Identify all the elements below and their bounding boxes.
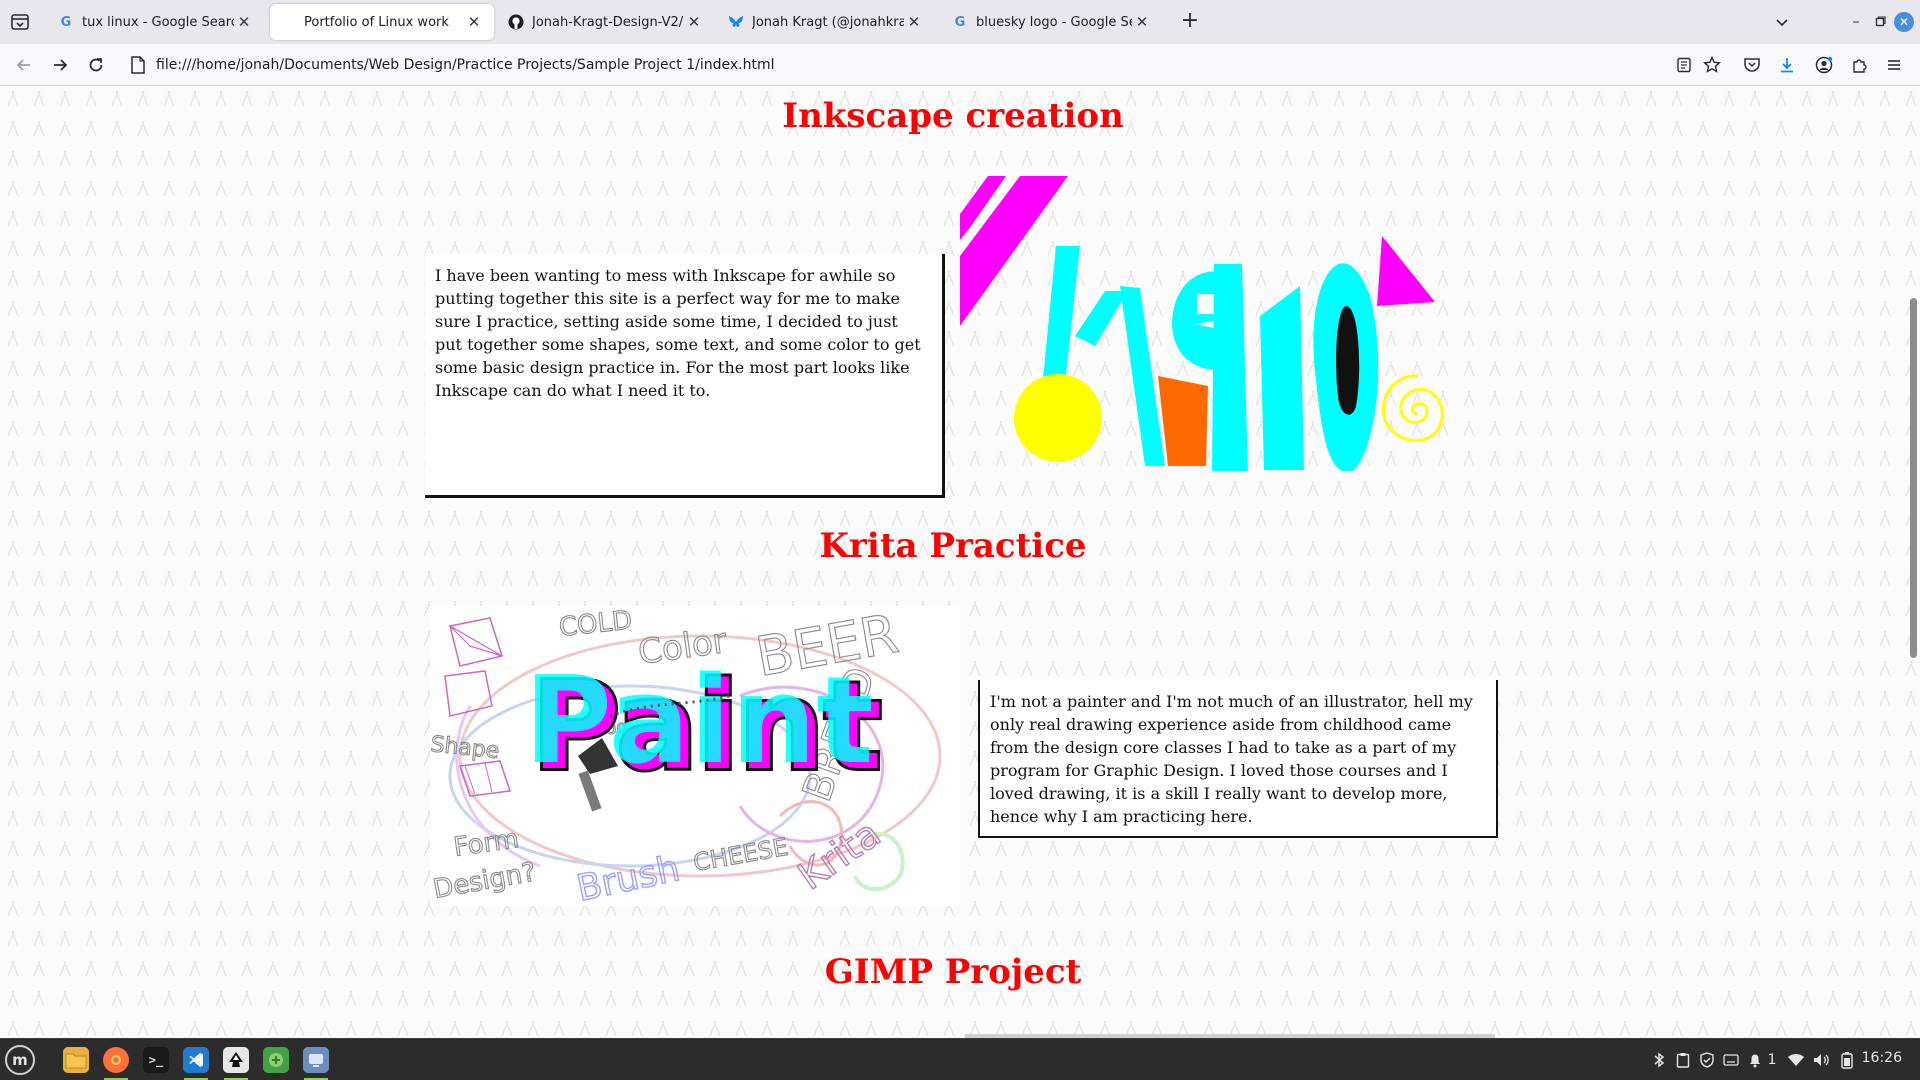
tab-google-search-bluesky[interactable]: G bluesky logo - Google Search ✕ xyxy=(942,4,1162,40)
mint-menu-icon[interactable]: m xyxy=(5,1045,35,1075)
krita-description: I'm not a painter and I'm not much of an… xyxy=(990,692,1473,826)
close-window-button[interactable]: ✕ xyxy=(1894,12,1914,32)
vscode-icon[interactable] xyxy=(180,1044,212,1080)
system-taskbar: m >_ 1 16:26 xyxy=(0,1038,1920,1080)
downloads-icon[interactable] xyxy=(1775,53,1799,77)
inkscape-icon[interactable] xyxy=(220,1044,252,1080)
keyboard-icon[interactable] xyxy=(1722,1047,1740,1073)
tab-github[interactable]: Jonah-Kragt-Design-V2/Resources ✕ xyxy=(498,4,714,40)
shield-icon[interactable] xyxy=(1698,1047,1716,1073)
pocket-icon[interactable] xyxy=(1740,53,1764,77)
page-scrollbar[interactable] xyxy=(1906,86,1920,1038)
tab-bluesky[interactable]: Jonah Kragt (@jonahkragt.bsky.social) ✕ xyxy=(718,4,934,40)
section-heading-gimp: GIMP Project xyxy=(824,952,1082,992)
tab-portfolio[interactable]: Portfolio of Linux work ✕ xyxy=(270,4,494,40)
navigation-toolbar: file:///home/jonah/Documents/Web Design/… xyxy=(0,44,1920,86)
page-icon xyxy=(131,56,145,74)
close-tab-icon[interactable]: ✕ xyxy=(1132,12,1152,32)
krita-paint-artwork: COLD Color BEER BREAD Shape Wooo Form De… xyxy=(430,606,960,906)
section-heading-inkscape: Inkscape creation xyxy=(782,96,1124,136)
krita-word: Paint xyxy=(524,652,874,791)
maximize-window-button[interactable] xyxy=(1868,10,1892,34)
bluetooth-icon[interactable] xyxy=(1650,1047,1668,1073)
workspace-number[interactable]: 1 xyxy=(1766,1047,1778,1073)
google-icon: G xyxy=(954,14,966,30)
google-icon: G xyxy=(60,14,72,30)
github-icon xyxy=(508,14,524,30)
minimize-window-button[interactable]: – xyxy=(1844,10,1868,34)
menu-hamburger-icon[interactable] xyxy=(1882,53,1906,77)
inkscape-hello-artwork xyxy=(960,176,1444,471)
extensions-icon[interactable] xyxy=(1848,53,1872,77)
inkscape-description-box: I have been wanting to mess with Inkscap… xyxy=(425,254,945,498)
clock[interactable]: 16:26 xyxy=(1862,1050,1902,1066)
close-tab-icon[interactable]: ✕ xyxy=(234,12,254,32)
section-heading-krita: Krita Practice xyxy=(819,526,1087,566)
list-all-tabs-button[interactable] xyxy=(8,10,32,34)
scrollbar-thumb[interactable] xyxy=(1910,298,1917,658)
tab-title: Jonah-Kragt-Design-V2/Resources xyxy=(532,14,684,30)
virtual-machine-icon[interactable] xyxy=(300,1044,332,1080)
volume-icon[interactable] xyxy=(1812,1047,1832,1073)
close-tab-icon[interactable]: ✕ xyxy=(684,12,704,32)
inkscape-description: I have been wanting to mess with Inkscap… xyxy=(435,266,921,400)
blank-page-icon xyxy=(280,14,296,30)
reader-view-icon[interactable] xyxy=(1672,53,1696,77)
libreoffice-calc-icon[interactable] xyxy=(260,1044,292,1076)
address-bar[interactable]: file:///home/jonah/Documents/Web Design/… xyxy=(120,49,1680,81)
page-content: Inkscape creation I have been wanting to… xyxy=(0,86,1920,1038)
forward-button[interactable] xyxy=(48,53,72,77)
tab-list-icon xyxy=(11,14,29,30)
wifi-icon[interactable] xyxy=(1786,1047,1806,1073)
close-tab-icon[interactable]: ✕ xyxy=(904,12,924,32)
tab-title: Portfolio of Linux work xyxy=(304,14,449,30)
bookmark-star-icon[interactable] xyxy=(1700,53,1724,77)
battery-icon[interactable] xyxy=(1838,1047,1856,1073)
account-icon[interactable] xyxy=(1812,53,1836,77)
notifications-icon[interactable] xyxy=(1746,1047,1764,1073)
paint-word-group: Paint Paint xyxy=(524,652,885,800)
back-arrow-icon xyxy=(16,59,30,71)
tab-google-search-tux[interactable]: G tux linux - Google Search ✕ xyxy=(48,4,264,40)
krita-description-box: I'm not a painter and I'm not much of an… xyxy=(978,680,1498,838)
chevron-down-icon[interactable] xyxy=(1770,10,1794,34)
new-tab-button[interactable]: + xyxy=(1178,10,1202,34)
back-button[interactable] xyxy=(12,53,36,77)
url-text[interactable]: file:///home/jonah/Documents/Web Design/… xyxy=(156,57,775,73)
firefox-icon[interactable] xyxy=(100,1044,132,1080)
forward-arrow-icon xyxy=(54,59,68,71)
bluesky-icon xyxy=(728,14,744,30)
reload-icon xyxy=(89,58,103,72)
tab-strip: G tux linux - Google Search ✕ Portfolio … xyxy=(0,0,1920,44)
files-icon[interactable] xyxy=(60,1044,92,1076)
clipboard-icon[interactable] xyxy=(1674,1047,1692,1073)
close-tab-icon[interactable]: ✕ xyxy=(464,12,484,32)
reload-button[interactable] xyxy=(84,53,108,77)
tab-title: bluesky logo - Google Search xyxy=(976,14,1132,30)
tab-title: Jonah Kragt (@jonahkragt.bsky.social) xyxy=(752,14,904,30)
tab-title: tux linux - Google Search xyxy=(82,14,234,30)
terminal-icon[interactable]: >_ xyxy=(140,1044,172,1076)
